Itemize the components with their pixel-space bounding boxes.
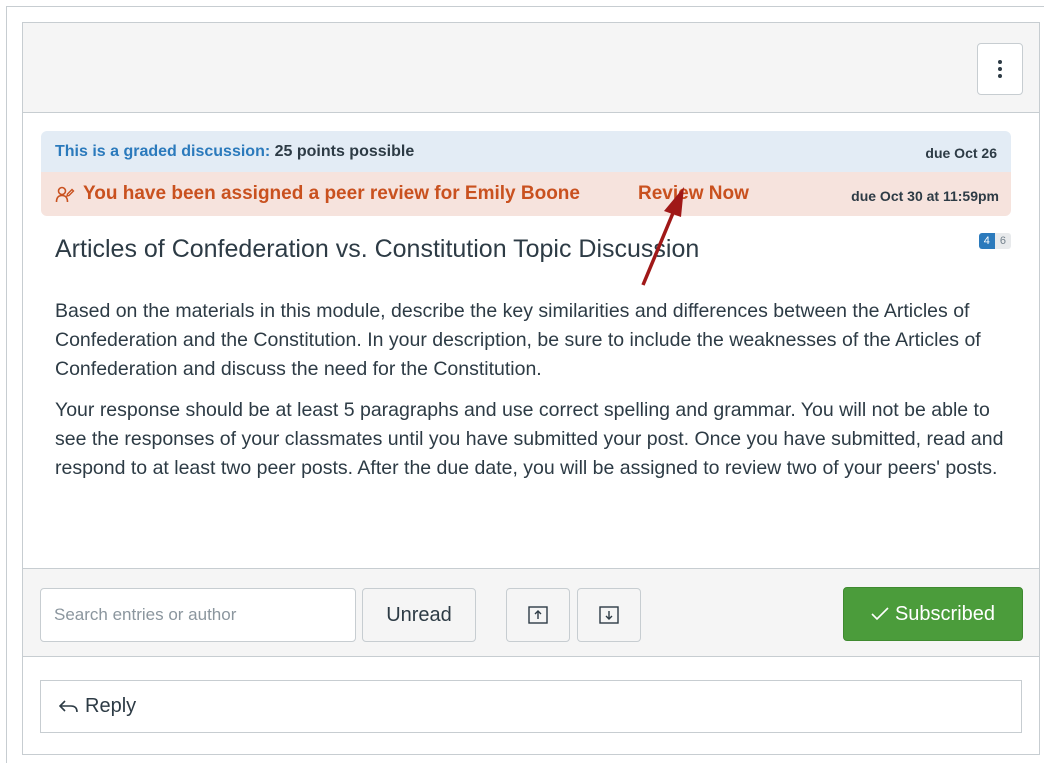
discussion-header bbox=[23, 23, 1039, 113]
expand-replies-button[interactable] bbox=[577, 588, 641, 642]
reply-button[interactable]: Reply bbox=[40, 680, 1022, 733]
subscribed-button[interactable]: Subscribed bbox=[843, 587, 1023, 641]
graded-discussion-banner: This is a graded discussion: 25 points p… bbox=[41, 131, 1011, 172]
discussion-body: Based on the materials in this module, d… bbox=[55, 297, 1015, 495]
discussion-title: Articles of Confederation vs. Constituti… bbox=[55, 235, 700, 263]
kebab-dot bbox=[998, 74, 1002, 78]
discussion-toolbar: Unread Subscribed bbox=[23, 568, 1039, 657]
kebab-dot bbox=[998, 67, 1002, 71]
expand-down-icon bbox=[599, 606, 619, 624]
points-possible: 25 points possible bbox=[274, 143, 415, 160]
reply-label: Reply bbox=[85, 695, 137, 717]
page-border-left bbox=[6, 6, 7, 763]
body-paragraph-1: Based on the materials in this module, d… bbox=[55, 300, 981, 380]
reply-count-badge: 4 6 bbox=[978, 233, 1011, 249]
review-now-link[interactable]: Review Now bbox=[638, 183, 749, 205]
page-border-top bbox=[6, 6, 1044, 7]
unread-count: 4 bbox=[978, 233, 995, 249]
options-menu-button[interactable] bbox=[977, 43, 1023, 95]
discussion-card: This is a graded discussion: 25 points p… bbox=[22, 22, 1040, 755]
collapse-replies-button[interactable] bbox=[506, 588, 570, 642]
peer-review-due-date: due Oct 30 at 11:59pm bbox=[851, 188, 999, 204]
subscribed-label: Subscribed bbox=[894, 602, 996, 625]
graded-info: This is a graded discussion: 25 points p… bbox=[55, 143, 414, 161]
body-paragraph-2: Your response should be at least 5 parag… bbox=[55, 399, 1004, 479]
peer-review-icon bbox=[55, 186, 75, 203]
graded-label: This is a graded discussion: bbox=[55, 143, 271, 160]
collapse-up-icon bbox=[528, 606, 548, 624]
graded-due-date: due Oct 26 bbox=[925, 145, 997, 161]
search-entries-input[interactable] bbox=[40, 588, 356, 642]
peer-review-message: You have been assigned a peer review for… bbox=[83, 183, 580, 204]
reply-arrow-icon bbox=[59, 699, 78, 712]
peer-review-banner: You have been assigned a peer review for… bbox=[41, 172, 1011, 216]
unread-filter-button[interactable]: Unread bbox=[362, 588, 476, 642]
kebab-vertical-icon bbox=[998, 60, 1002, 64]
total-count: 6 bbox=[994, 233, 1011, 249]
checkmark-icon bbox=[871, 607, 889, 621]
